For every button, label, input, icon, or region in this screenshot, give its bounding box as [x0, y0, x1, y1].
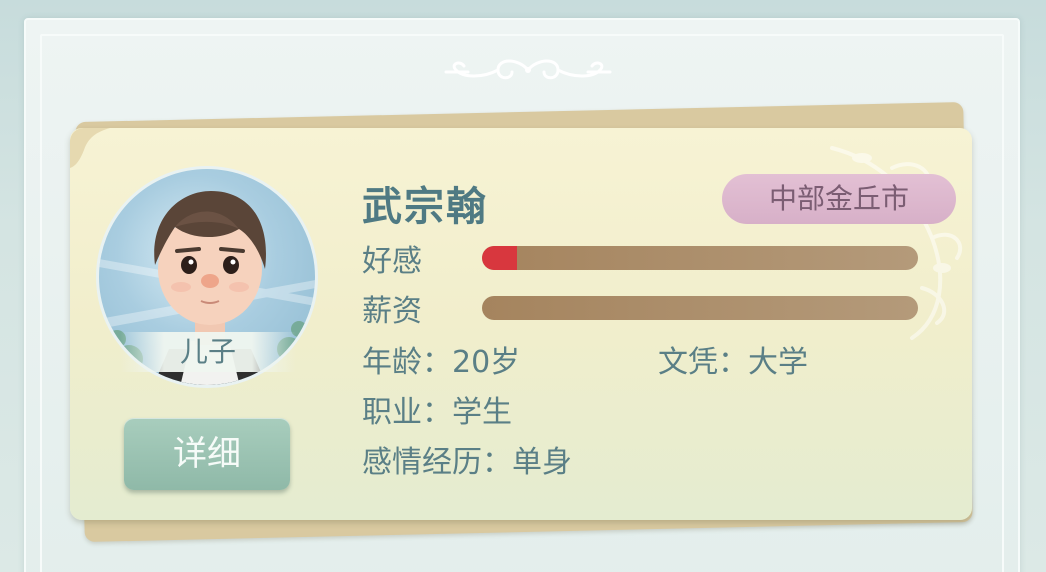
location-badge: 中部金丘市	[722, 174, 956, 224]
affection-bar-fill	[482, 246, 517, 270]
character-name: 武宗翰	[362, 184, 488, 230]
affection-bar	[482, 246, 918, 270]
relation-label: 儿子	[120, 332, 296, 372]
affection-label: 好感	[362, 244, 422, 279]
age-info: 年龄：20岁	[362, 345, 521, 380]
education-info: 文凭：大学	[658, 345, 808, 380]
relationship-info: 感情经历：单身	[362, 445, 572, 480]
detail-button[interactable]: 详细	[124, 418, 290, 490]
occupation-info: 职业：学生	[362, 395, 512, 430]
salary-label: 薪资	[362, 294, 422, 329]
salary-bar	[482, 296, 918, 320]
scroll-ornament-icon	[444, 59, 612, 80]
